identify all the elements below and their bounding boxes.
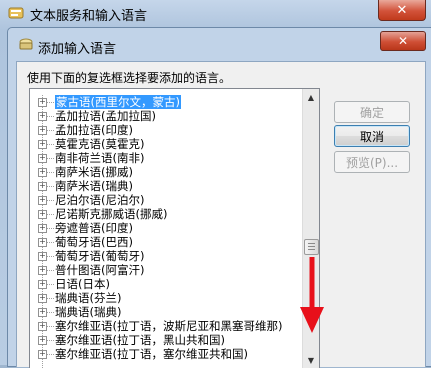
- language-label: 塞尔维亚语(拉丁语，波斯尼亚和黑塞哥维那): [55, 319, 283, 333]
- tree-connector: [47, 172, 54, 173]
- language-list-item[interactable]: + 塞尔维亚语(拉丁语，塞尔维亚共和国): [30, 347, 302, 361]
- language-list-item[interactable]: + 塞尔维亚语(拉丁语，波斯尼亚和黑塞哥维那): [30, 319, 302, 333]
- dialog-title: 添加输入语言: [38, 42, 117, 57]
- language-list-item[interactable]: + 南非荷兰语(南非): [30, 151, 302, 165]
- tree-connector: [47, 312, 54, 313]
- tree-connector: [47, 214, 54, 215]
- tree-connector: [47, 130, 54, 131]
- tree-connector: [47, 158, 54, 159]
- keyboard-icon: [18, 37, 34, 53]
- add-input-language-dialog: 添加输入语言 ✕ 使用下面的复选框选择要添加的语言。 + 蒙古语(西里尔文，蒙古)…: [7, 27, 431, 368]
- expand-icon[interactable]: +: [38, 98, 47, 107]
- expand-icon[interactable]: +: [38, 266, 47, 275]
- tree-connector: [47, 228, 54, 229]
- expand-icon[interactable]: +: [38, 112, 47, 121]
- language-list-item[interactable]: + 莫霍克语(莫霍克): [30, 137, 302, 151]
- expand-icon[interactable]: +: [38, 350, 47, 359]
- language-label: 莫霍克语(莫霍克): [55, 137, 145, 151]
- language-label: 日语(日本): [55, 277, 110, 291]
- language-label: 南萨米语(瑞典): [55, 179, 133, 193]
- language-label: 塞尔维亚语(拉丁语，塞尔维亚共和国): [55, 347, 248, 361]
- close-icon: ✕: [397, 34, 409, 48]
- preview-button[interactable]: 预览(P)...: [334, 151, 410, 173]
- language-list-item[interactable]: + 旁遮普语(印度): [30, 221, 302, 235]
- close-icon: ✕: [396, 2, 408, 18]
- language-list-item[interactable]: + 蒙古语(西里尔文，蒙古): [30, 95, 302, 109]
- scroll-down-button[interactable]: ▼: [303, 352, 319, 368]
- language-list-item[interactable]: + 尼泊尔语(尼泊尔): [30, 193, 302, 207]
- language-tree: + 蒙古语(西里尔文，蒙古) + 孟加拉语(孟加拉国) + 孟加拉语(印度) + 莫霍克语(莫…: [30, 95, 302, 361]
- outer-close-button[interactable]: ✕: [378, 0, 426, 21]
- language-list-item[interactable]: + 瑞典语(瑞典): [30, 305, 302, 319]
- tree-connector: [47, 340, 54, 341]
- tree-connector: [47, 242, 54, 243]
- language-label: 瑞典语(芬兰): [55, 291, 122, 305]
- text-services-icon: [8, 5, 24, 21]
- expand-icon[interactable]: +: [38, 280, 47, 289]
- expand-icon[interactable]: +: [38, 336, 47, 345]
- language-list-item[interactable]: + 孟加拉语(印度): [30, 123, 302, 137]
- language-label: 塞尔维亚语(拉丁语，黑山共和国): [55, 333, 225, 347]
- language-label: 孟加拉语(印度): [55, 123, 133, 137]
- language-list-item[interactable]: + 塞尔维亚语(拉丁语，黑山共和国): [30, 333, 302, 347]
- tree-connector: [47, 326, 54, 327]
- tree-connector: [47, 298, 54, 299]
- instruction-text: 使用下面的复选框选择要添加的语言。: [27, 71, 232, 85]
- tree-connector: [47, 102, 54, 103]
- expand-icon[interactable]: +: [38, 308, 47, 317]
- expand-icon[interactable]: +: [38, 252, 47, 261]
- language-list-item[interactable]: + 尼诺斯克挪威语(挪威): [30, 207, 302, 221]
- expand-icon[interactable]: +: [38, 154, 47, 163]
- outer-title-bar: 文本服务和输入语言 ✕: [0, 0, 431, 26]
- language-label: 葡萄牙语(葡萄牙): [55, 249, 145, 263]
- expand-icon[interactable]: +: [38, 322, 47, 331]
- language-label: 瑞典语(瑞典): [55, 305, 122, 319]
- language-list-item[interactable]: + 日语(日本): [30, 277, 302, 291]
- language-label: 孟加拉语(孟加拉国): [55, 109, 156, 123]
- language-label: 南非荷兰语(南非): [55, 151, 145, 165]
- language-list-item[interactable]: + 孟加拉语(孟加拉国): [30, 109, 302, 123]
- expand-icon[interactable]: +: [38, 140, 47, 149]
- language-label: 尼泊尔语(尼泊尔): [55, 193, 145, 207]
- scroll-up-button[interactable]: ▲: [303, 89, 319, 105]
- outer-window: 文本服务和输入语言 ✕ 添加输入语言 ✕ 使用下面的复选框选择要添加的语言。 +…: [0, 0, 431, 368]
- tree-connector: [47, 144, 54, 145]
- expand-icon[interactable]: +: [38, 294, 47, 303]
- language-list-item[interactable]: + 瑞典语(芬兰): [30, 291, 302, 305]
- chevron-up-icon: ▲: [307, 92, 315, 102]
- expand-icon[interactable]: +: [38, 238, 47, 247]
- language-tree-list[interactable]: + 蒙古语(西里尔文，蒙古) + 孟加拉语(孟加拉国) + 孟加拉语(印度) + 莫霍克语(莫…: [29, 88, 320, 368]
- red-annotation-arrow: [300, 257, 324, 333]
- language-list-item[interactable]: + 南萨米语(瑞典): [30, 179, 302, 193]
- language-label: 旁遮普语(印度): [55, 221, 133, 235]
- language-label: 葡萄牙语(巴西): [55, 235, 133, 249]
- language-label: 南萨米语(挪威): [55, 165, 133, 179]
- expand-icon[interactable]: +: [38, 126, 47, 135]
- language-list-item[interactable]: + 南萨米语(挪威): [30, 165, 302, 179]
- language-list-item[interactable]: + 葡萄牙语(巴西): [30, 235, 302, 249]
- dialog-client-area: 使用下面的复选框选择要添加的语言。 + 蒙古语(西里尔文，蒙古) + 孟加拉语(孟加拉…: [16, 61, 426, 368]
- tree-connector: [47, 256, 54, 257]
- tree-connector: [47, 116, 54, 117]
- expand-icon[interactable]: +: [38, 168, 47, 177]
- language-label: 蒙古语(西里尔文，蒙古): [55, 95, 181, 109]
- tree-connector: [47, 200, 54, 201]
- outer-window-title: 文本服务和输入语言: [30, 9, 148, 24]
- tree-connector: [47, 284, 54, 285]
- tree-connector: [47, 270, 54, 271]
- language-label: 普什图语(阿富汗): [55, 263, 145, 277]
- language-list-item[interactable]: + 葡萄牙语(葡萄牙): [30, 249, 302, 263]
- chevron-down-icon: ▼: [307, 355, 315, 365]
- tree-connector: [47, 186, 54, 187]
- language-list-item[interactable]: + 普什图语(阿富汗): [30, 263, 302, 277]
- expand-icon[interactable]: +: [38, 196, 47, 205]
- dialog-close-button[interactable]: ✕: [380, 31, 426, 51]
- expand-icon[interactable]: +: [38, 210, 47, 219]
- cancel-button[interactable]: 取消: [334, 125, 410, 147]
- expand-icon[interactable]: +: [38, 224, 47, 233]
- expand-icon[interactable]: +: [38, 182, 47, 191]
- tree-connector: [47, 354, 54, 355]
- language-label: 尼诺斯克挪威语(挪威): [55, 207, 168, 221]
- ok-button[interactable]: 确定: [334, 101, 410, 123]
